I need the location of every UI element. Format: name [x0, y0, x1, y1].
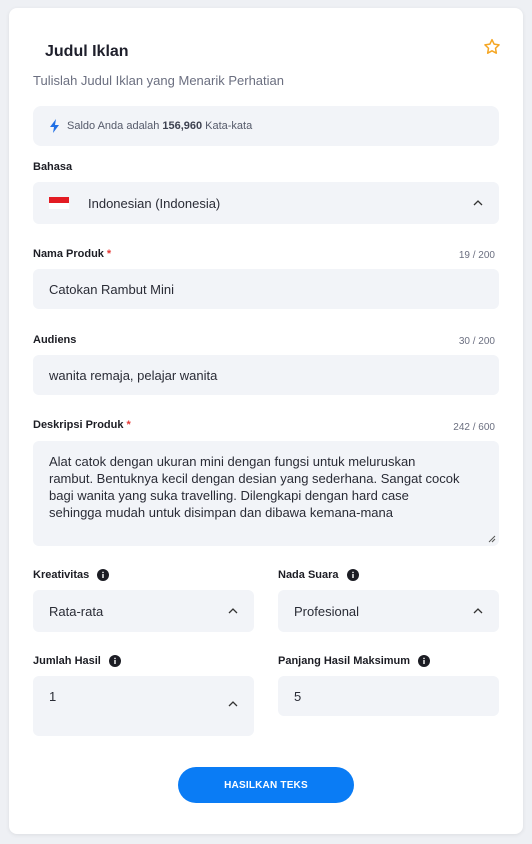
info-icon[interactable] — [346, 569, 359, 581]
creativity-label-text: Kreativitas — [33, 569, 90, 581]
description-label-text: Deskripsi Produk — [33, 419, 124, 431]
chevron-up-icon — [228, 608, 238, 614]
audience-value: wanita remaja, pelajar wanita — [49, 367, 218, 383]
info-icon[interactable] — [108, 655, 121, 667]
audience-input[interactable]: wanita remaja, pelajar wanita — [33, 355, 499, 395]
description-line: bagi wanita yang suka travelling. Dileng… — [49, 488, 409, 503]
product-name-label-text: Nama Produk — [33, 248, 104, 260]
required-mark: * — [126, 419, 131, 431]
language-select[interactable]: Indonesian (Indonesia) — [33, 182, 499, 224]
product-name-counter: 19 / 200 — [458, 250, 495, 261]
max-length-label-text: Panjang Hasil Maksimum — [278, 655, 411, 667]
description-textarea[interactable]: Alat catok dengan ukuran mini dengan fun… — [33, 441, 499, 546]
product-name-label: Nama Produk * — [33, 248, 111, 260]
language-label: Bahasa — [33, 161, 72, 173]
balance-prefix: Saldo Anda adalah — [67, 120, 160, 132]
chevron-up-icon — [228, 701, 238, 707]
lightning-bolt-icon — [50, 119, 59, 133]
description-line: sehingga mudah untuk disimpan dan dibawa… — [49, 505, 393, 520]
description-line: Alat catok dengan ukuran mini dengan fun… — [49, 454, 416, 469]
star-icon[interactable] — [482, 37, 502, 57]
word-balance-banner: Saldo Anda adalah 156,960 Kata-kata — [33, 106, 499, 146]
page-title: Judul Iklan — [45, 43, 129, 60]
description-counter: 242 / 600 — [453, 422, 495, 433]
max-length-value: 5 — [294, 688, 302, 704]
indonesia-flag-icon — [49, 197, 69, 209]
result-count-label: Jumlah Hasil — [33, 655, 121, 667]
audience-label: Audiens — [33, 334, 76, 346]
audience-label-text: Audiens — [33, 334, 77, 346]
chevron-up-icon — [473, 200, 483, 206]
creativity-value: Rata-rata — [49, 603, 104, 619]
page-subtitle: Tulislah Judul Iklan yang Menarik Perhat… — [33, 73, 284, 88]
info-icon[interactable] — [97, 569, 110, 581]
max-length-input[interactable]: 5 — [278, 676, 499, 716]
language-value: Indonesian (Indonesia) — [88, 195, 221, 211]
result-count-value: 1 — [49, 689, 57, 704]
description-line: rambut. Bentuknya kecil dengan desian ya… — [49, 471, 460, 486]
description-text: Alat catok dengan ukuran mini dengan fun… — [49, 453, 460, 521]
generate-text-button[interactable]: HASILKAN TEKS — [178, 767, 354, 803]
result-count-select[interactable]: 1 — [33, 676, 254, 736]
balance-suffix: Kata-kata — [205, 120, 253, 132]
product-name-input[interactable]: Catokan Rambut Mini — [33, 269, 499, 309]
required-mark: * — [106, 248, 112, 260]
result-count-label-text: Jumlah Hasil — [33, 655, 101, 667]
max-length-label: Panjang Hasil Maksimum — [278, 655, 431, 667]
creativity-label: Kreativitas — [33, 569, 110, 581]
tone-label: Nada Suara — [278, 569, 359, 581]
description-label: Deskripsi Produk * — [33, 419, 131, 431]
info-icon[interactable] — [418, 655, 431, 667]
ad-title-form-card: Judul Iklan Tulislah Judul Iklan yang Me… — [9, 8, 523, 834]
balance-amount: 156,960 — [162, 120, 203, 132]
product-name-value: Catokan Rambut Mini — [49, 281, 174, 297]
audience-counter: 30 / 200 — [458, 336, 495, 347]
tone-select[interactable]: Profesional — [278, 590, 499, 632]
tone-value: Profesional — [294, 603, 360, 619]
language-label-text: Bahasa — [33, 161, 73, 173]
resize-handle-icon[interactable] — [488, 535, 496, 543]
tone-label-text: Nada Suara — [278, 569, 339, 581]
creativity-select[interactable]: Rata-rata — [33, 590, 254, 632]
chevron-up-icon — [473, 608, 483, 614]
